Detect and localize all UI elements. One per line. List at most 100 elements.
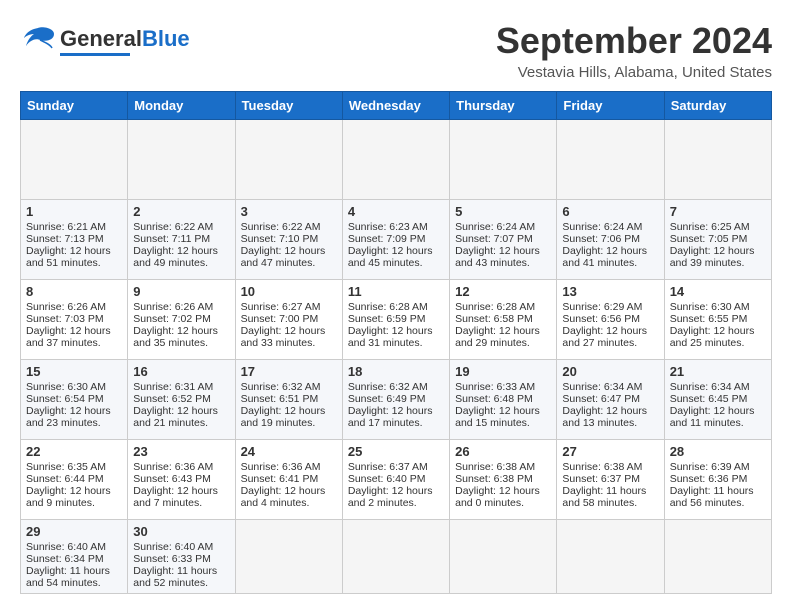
- calendar-cell: 7 Sunrise: 6:25 AM Sunset: 7:05 PM Dayli…: [664, 200, 771, 280]
- day-number: 4: [348, 204, 444, 219]
- col-tuesday: Tuesday: [235, 92, 342, 120]
- sunset: Sunset: 6:34 PM: [26, 553, 104, 565]
- sunset: Sunset: 6:52 PM: [133, 393, 211, 405]
- sunset: Sunset: 6:47 PM: [562, 393, 640, 405]
- calendar-cell: 5 Sunrise: 6:24 AM Sunset: 7:07 PM Dayli…: [450, 200, 557, 280]
- sunrise: Sunrise: 6:31 AM: [133, 381, 213, 393]
- sunset: Sunset: 7:11 PM: [133, 233, 210, 245]
- calendar-cell: [21, 120, 128, 200]
- sunset: Sunset: 7:09 PM: [348, 233, 426, 245]
- sunrise: Sunrise: 6:38 AM: [455, 461, 535, 473]
- sunset: Sunset: 6:48 PM: [455, 393, 533, 405]
- calendar-cell: [664, 120, 771, 200]
- location: Vestavia Hills, Alabama, United States: [496, 64, 772, 81]
- sunset: Sunset: 7:03 PM: [26, 313, 104, 325]
- sunset: Sunset: 6:45 PM: [670, 393, 748, 405]
- calendar-cell: 1 Sunrise: 6:21 AM Sunset: 7:13 PM Dayli…: [21, 200, 128, 280]
- day-number: 27: [562, 444, 658, 459]
- day-number: 15: [26, 364, 122, 379]
- sunrise: Sunrise: 6:23 AM: [348, 221, 428, 233]
- calendar-cell: [342, 520, 449, 594]
- daylight-label: Daylight: 12 hours and 4 minutes.: [241, 485, 326, 509]
- daylight-label: Daylight: 12 hours and 31 minutes.: [348, 325, 433, 349]
- logo: GeneralBlue: [20, 24, 190, 59]
- calendar-table: Sunday Monday Tuesday Wednesday Thursday…: [20, 91, 772, 594]
- calendar-cell: 2 Sunrise: 6:22 AM Sunset: 7:11 PM Dayli…: [128, 200, 235, 280]
- calendar-cell: 10 Sunrise: 6:27 AM Sunset: 7:00 PM Dayl…: [235, 280, 342, 360]
- daylight-label: Daylight: 12 hours and 9 minutes.: [26, 485, 111, 509]
- sunset: Sunset: 6:40 PM: [348, 473, 426, 485]
- sunrise: Sunrise: 6:36 AM: [133, 461, 213, 473]
- day-number: 10: [241, 284, 337, 299]
- sunset: Sunset: 6:44 PM: [26, 473, 104, 485]
- calendar-cell: [450, 120, 557, 200]
- sunrise: Sunrise: 6:32 AM: [241, 381, 321, 393]
- sunrise: Sunrise: 6:26 AM: [26, 301, 106, 313]
- daylight-label: Daylight: 11 hours and 58 minutes.: [562, 485, 646, 509]
- sunset: Sunset: 7:02 PM: [133, 313, 211, 325]
- day-number: 19: [455, 364, 551, 379]
- sunrise: Sunrise: 6:24 AM: [562, 221, 642, 233]
- sunset: Sunset: 7:10 PM: [241, 233, 319, 245]
- day-number: 29: [26, 524, 122, 539]
- day-number: 7: [670, 204, 766, 219]
- calendar-cell: 22 Sunrise: 6:35 AM Sunset: 6:44 PM Dayl…: [21, 440, 128, 520]
- daylight-label: Daylight: 12 hours and 39 minutes.: [670, 245, 755, 269]
- sunrise: Sunrise: 6:25 AM: [670, 221, 750, 233]
- daylight-label: Daylight: 12 hours and 49 minutes.: [133, 245, 218, 269]
- calendar-cell: 3 Sunrise: 6:22 AM Sunset: 7:10 PM Dayli…: [235, 200, 342, 280]
- day-number: 18: [348, 364, 444, 379]
- col-friday: Friday: [557, 92, 664, 120]
- day-number: 5: [455, 204, 551, 219]
- sunset: Sunset: 6:54 PM: [26, 393, 104, 405]
- sunrise: Sunrise: 6:30 AM: [26, 381, 106, 393]
- day-number: 23: [133, 444, 229, 459]
- sunrise: Sunrise: 6:38 AM: [562, 461, 642, 473]
- daylight-label: Daylight: 12 hours and 47 minutes.: [241, 245, 326, 269]
- calendar-cell: 28 Sunrise: 6:39 AM Sunset: 6:36 PM Dayl…: [664, 440, 771, 520]
- sunrise: Sunrise: 6:30 AM: [670, 301, 750, 313]
- calendar-cell: 14 Sunrise: 6:30 AM Sunset: 6:55 PM Dayl…: [664, 280, 771, 360]
- sunrise: Sunrise: 6:37 AM: [348, 461, 428, 473]
- day-number: 3: [241, 204, 337, 219]
- day-number: 22: [26, 444, 122, 459]
- daylight-label: Daylight: 11 hours and 56 minutes.: [670, 485, 754, 509]
- sunrise: Sunrise: 6:28 AM: [348, 301, 428, 313]
- daylight-label: Daylight: 12 hours and 0 minutes.: [455, 485, 540, 509]
- day-number: 6: [562, 204, 658, 219]
- sunset: Sunset: 7:00 PM: [241, 313, 319, 325]
- daylight-label: Daylight: 12 hours and 45 minutes.: [348, 245, 433, 269]
- col-sunday: Sunday: [21, 92, 128, 120]
- sunset: Sunset: 6:41 PM: [241, 473, 319, 485]
- sunrise: Sunrise: 6:28 AM: [455, 301, 535, 313]
- day-number: 2: [133, 204, 229, 219]
- sunset: Sunset: 6:58 PM: [455, 313, 533, 325]
- calendar-cell: [557, 120, 664, 200]
- sunrise: Sunrise: 6:39 AM: [670, 461, 750, 473]
- calendar-cell: 18 Sunrise: 6:32 AM Sunset: 6:49 PM Dayl…: [342, 360, 449, 440]
- daylight-label: Daylight: 12 hours and 35 minutes.: [133, 325, 218, 349]
- month-title: September 2024: [496, 20, 772, 62]
- calendar-cell: [342, 120, 449, 200]
- sunrise: Sunrise: 6:36 AM: [241, 461, 321, 473]
- calendar-cell: 20 Sunrise: 6:34 AM Sunset: 6:47 PM Dayl…: [557, 360, 664, 440]
- daylight-label: Daylight: 11 hours and 52 minutes.: [133, 565, 217, 589]
- day-number: 26: [455, 444, 551, 459]
- day-number: 11: [348, 284, 444, 299]
- calendar-cell: 30 Sunrise: 6:40 AM Sunset: 6:33 PM Dayl…: [128, 520, 235, 594]
- sunset: Sunset: 7:07 PM: [455, 233, 533, 245]
- day-number: 20: [562, 364, 658, 379]
- calendar-cell: [664, 520, 771, 594]
- daylight-label: Daylight: 12 hours and 43 minutes.: [455, 245, 540, 269]
- logo-text: GeneralBlue: [60, 27, 190, 51]
- sunset: Sunset: 6:43 PM: [133, 473, 211, 485]
- sunrise: Sunrise: 6:26 AM: [133, 301, 213, 313]
- daylight-label: Daylight: 12 hours and 25 minutes.: [670, 325, 755, 349]
- day-number: 12: [455, 284, 551, 299]
- calendar-cell: 16 Sunrise: 6:31 AM Sunset: 6:52 PM Dayl…: [128, 360, 235, 440]
- sunset: Sunset: 6:36 PM: [670, 473, 748, 485]
- daylight-label: Daylight: 12 hours and 2 minutes.: [348, 485, 433, 509]
- day-number: 25: [348, 444, 444, 459]
- sunrise: Sunrise: 6:34 AM: [562, 381, 642, 393]
- day-number: 9: [133, 284, 229, 299]
